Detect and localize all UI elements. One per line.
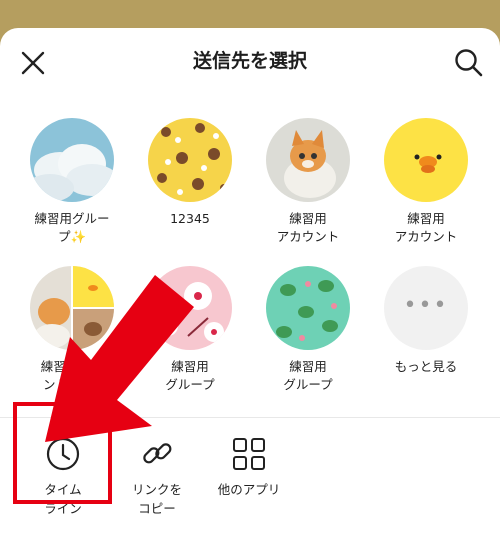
recipient-label: 練習用 アカウント [394,211,458,244]
recipient-label: 練習用 アカウント [276,211,340,244]
recipient-label: 練習用アカ ント, 練習 [40,359,104,392]
avatar [30,266,114,350]
avatar [148,266,232,350]
highlight-box [13,402,112,504]
avatar [30,118,114,202]
search-icon[interactable] [452,46,486,80]
copy-link-button[interactable]: リンクを コピー [107,436,207,518]
avatar [148,118,232,202]
avatar [384,118,468,202]
recipient-item[interactable]: 練習用アカ ント, 練習 [13,266,131,394]
avatar [266,118,350,202]
recipient-item[interactable]: 練習用 アカウント [367,118,485,246]
avatar [266,266,350,350]
header: 送信先を選択 [0,28,500,98]
recipient-item[interactable]: 練習用グルー プ✨ [13,118,131,246]
more-dots-icon: ••• [403,293,449,318]
recipient-label: 12345 [170,211,210,226]
recipient-label: 練習用 グループ [283,359,333,392]
recipient-item[interactable]: 練習用 アカウント [249,118,367,246]
recipient-item[interactable]: 練習用 グループ [249,266,367,394]
recipient-item[interactable]: 練習用 グループ [131,266,249,394]
link-icon [143,443,172,464]
recipient-label: 練習用グルー プ✨ [34,211,110,244]
copy-link-label: リンクを コピー [131,482,182,516]
recipient-label: 練習用 グループ [165,359,215,392]
page-title: 送信先を選択 [192,50,307,72]
recipient-item[interactable]: 12345 [131,118,249,228]
other-apps-label: 他のアプリ [217,482,281,497]
more-label: もっと見る [394,359,458,374]
grid-icon [233,438,265,470]
more-avatar: ••• [384,266,468,350]
other-apps-button[interactable]: 他のアプリ [199,436,299,499]
more-button[interactable]: ••• もっと見る [367,266,485,376]
